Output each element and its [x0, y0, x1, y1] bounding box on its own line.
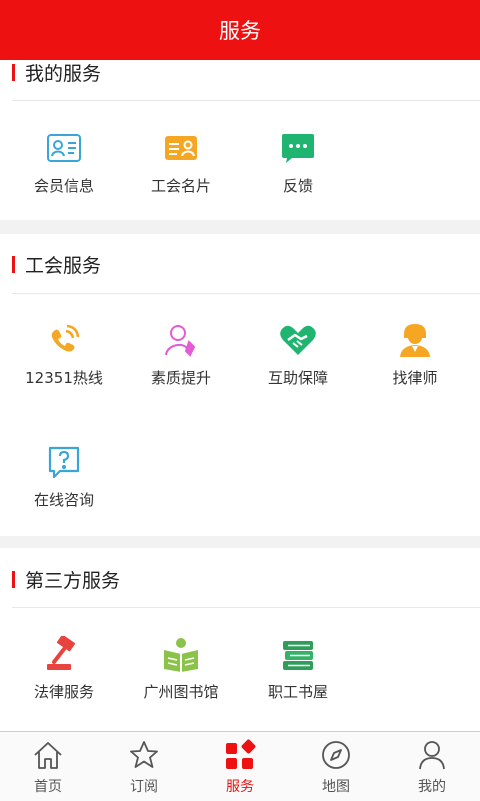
section-marker	[12, 570, 15, 588]
app-header: 服务	[0, 0, 480, 60]
service-label: 反馈	[282, 177, 313, 195]
handshake-heart-icon	[278, 320, 318, 360]
bottom-tab-bar: 首页 订阅 服务 地图 我的	[0, 731, 480, 801]
union-services-section: 工会服务 12351热线 素质提升 互助保障 找律师 在线咨询	[0, 234, 480, 536]
gavel-icon	[44, 634, 84, 674]
service-label: 素质提升	[150, 369, 211, 387]
tab-label: 我的	[418, 779, 446, 795]
section-title-text: 工会服务	[25, 254, 102, 277]
divider	[12, 100, 480, 101]
member-card-icon	[44, 128, 84, 168]
tab-map[interactable]: 地图	[288, 732, 384, 801]
lawyer-icon	[395, 320, 435, 360]
tab-subscribe[interactable]: 订阅	[96, 732, 192, 801]
tab-label: 地图	[322, 779, 350, 795]
service-mutual-aid[interactable]: 互助保障	[248, 320, 348, 388]
service-feedback[interactable]: 反馈	[248, 128, 348, 196]
section-title-text: 第三方服务	[25, 569, 121, 592]
question-chat-icon	[44, 442, 84, 482]
third-party-section: 第三方服务 法律服务 广州图书馆 职工书屋	[0, 548, 480, 731]
service-union-card[interactable]: 工会名片	[131, 128, 231, 196]
service-label: 会员信息	[33, 177, 94, 195]
tab-home[interactable]: 首页	[0, 732, 96, 801]
feedback-chat-icon	[278, 128, 318, 168]
service-label: 法律服务	[33, 683, 94, 701]
third-party-title: 第三方服务	[12, 567, 121, 592]
service-quality-improvement[interactable]: 素质提升	[131, 320, 231, 388]
section-title-text: 我的服务	[25, 62, 102, 85]
service-find-lawyer[interactable]: 找律师	[365, 320, 465, 388]
tab-mine[interactable]: 我的	[384, 732, 480, 801]
service-guangzhou-library[interactable]: 广州图书馆	[131, 634, 231, 702]
phone-hotline-icon	[44, 320, 84, 360]
star-icon	[127, 738, 161, 772]
service-online-consult[interactable]: 在线咨询	[14, 442, 114, 510]
grid-service-icon	[223, 738, 257, 772]
user-icon	[415, 738, 449, 772]
service-label: 在线咨询	[33, 491, 94, 509]
service-label: 互助保障	[267, 369, 328, 387]
home-icon	[31, 738, 65, 772]
compass-icon	[319, 738, 353, 772]
tab-label: 首页	[34, 779, 62, 795]
divider	[12, 607, 480, 608]
business-card-icon	[161, 128, 201, 168]
tab-label: 订阅	[130, 779, 158, 795]
service-member-info[interactable]: 会员信息	[14, 128, 114, 196]
header-title: 服务	[219, 19, 261, 43]
section-marker	[12, 63, 15, 81]
divider	[12, 293, 480, 294]
my-services-section: 我的服务 会员信息 工会名片 反馈	[0, 60, 480, 220]
section-marker	[12, 255, 15, 273]
service-label: 工会名片	[150, 177, 211, 195]
service-label: 12351热线	[25, 369, 103, 387]
service-hotline[interactable]: 12351热线	[14, 320, 114, 388]
my-services-title: 我的服务	[12, 60, 102, 85]
service-label: 找律师	[392, 369, 438, 387]
service-legal[interactable]: 法律服务	[14, 634, 114, 702]
service-label: 广州图书馆	[143, 683, 219, 701]
tab-services[interactable]: 服务	[192, 732, 288, 801]
reader-book-icon	[161, 634, 201, 674]
service-staff-bookhouse[interactable]: 职工书屋	[248, 634, 348, 702]
union-services-title: 工会服务	[12, 252, 102, 277]
service-label: 职工书屋	[267, 683, 328, 701]
person-rocket-icon	[161, 320, 201, 360]
tab-label: 服务	[226, 779, 254, 795]
books-stack-icon	[278, 634, 318, 674]
